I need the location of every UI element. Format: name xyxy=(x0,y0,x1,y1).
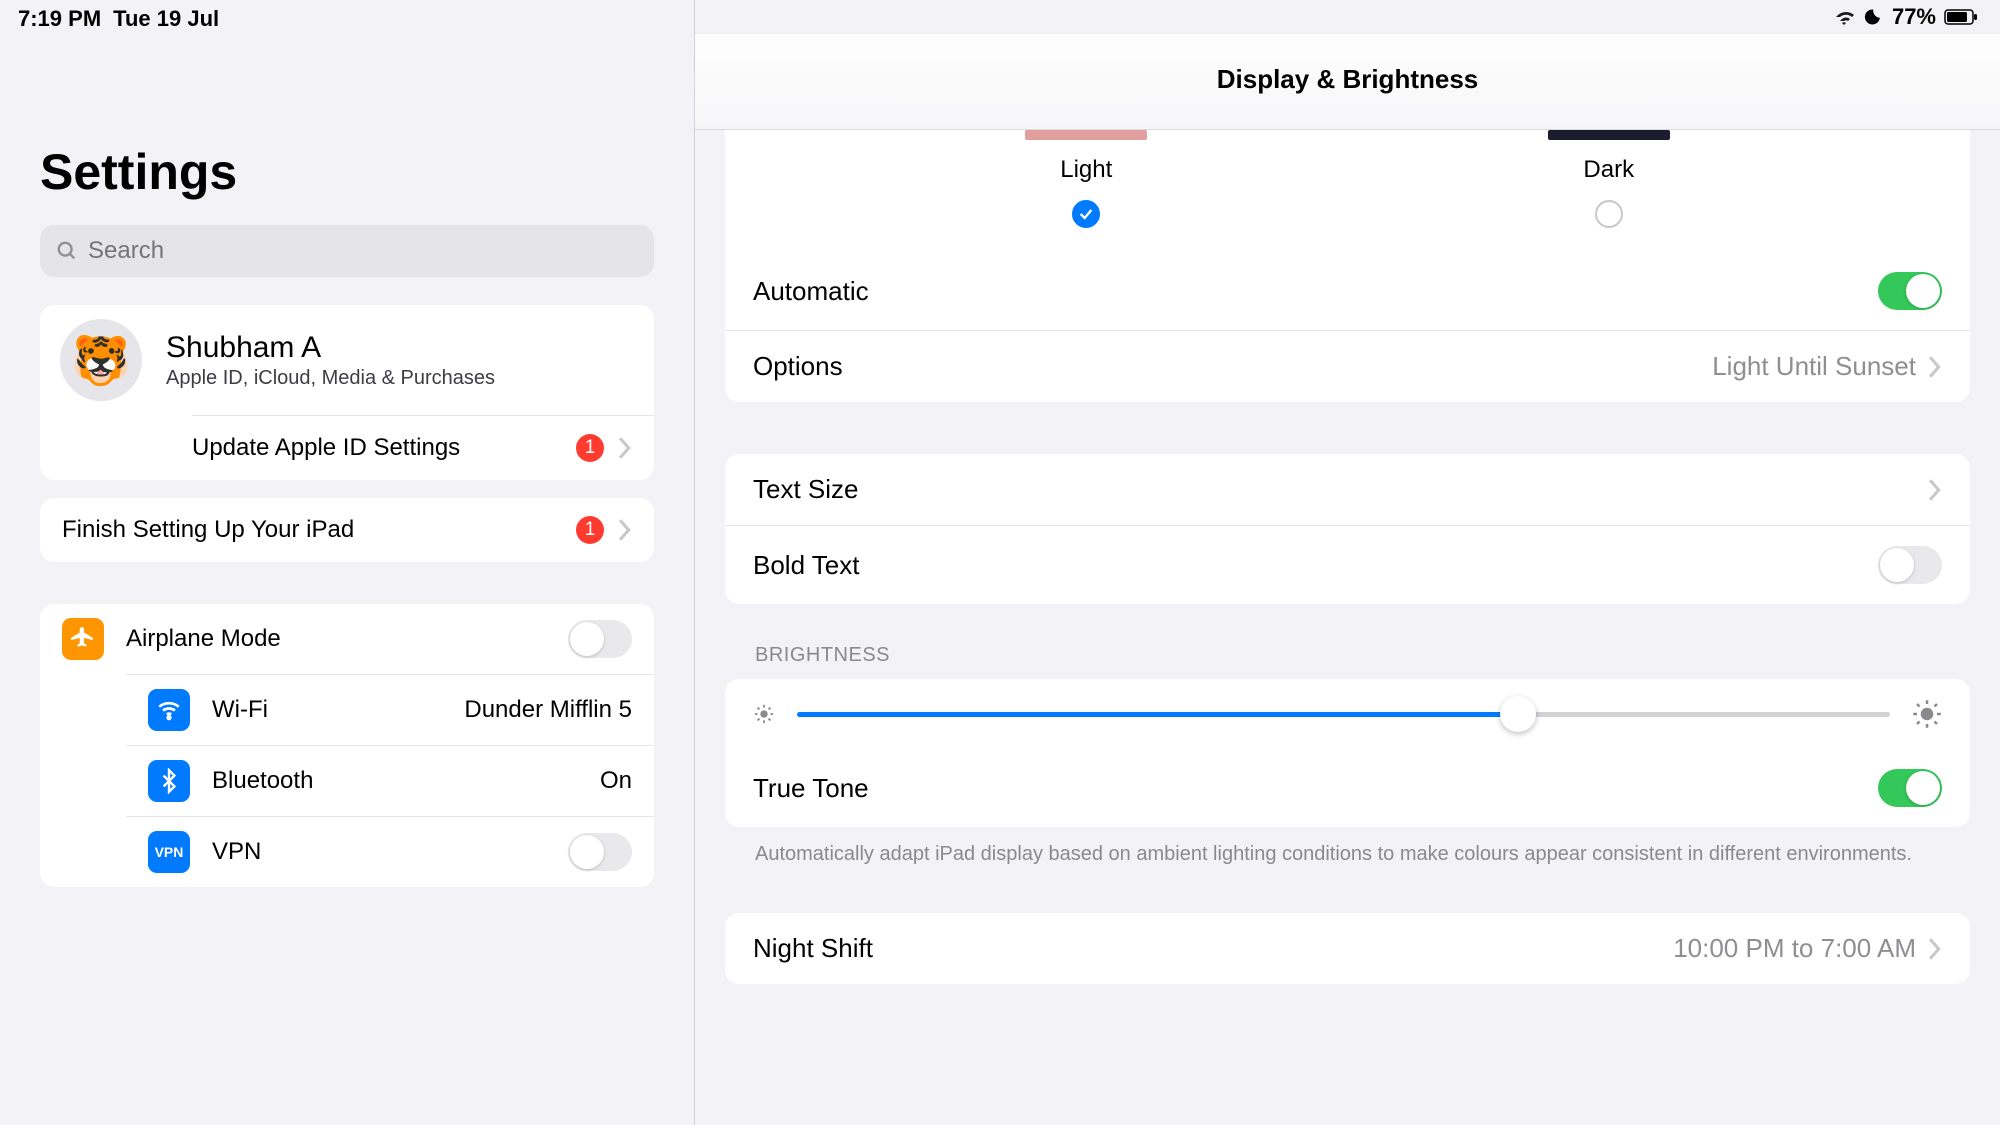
chevron-right-icon xyxy=(1928,479,1942,501)
chevron-right-icon xyxy=(1928,938,1942,960)
settings-sidebar: 7:19 PM Tue 19 Jul Settings 🐯 Shubham A … xyxy=(0,0,695,1125)
finish-setup-label: Finish Setting Up Your iPad xyxy=(62,516,576,544)
true-tone-label: True Tone xyxy=(753,773,1878,804)
bluetooth-value: On xyxy=(600,767,632,795)
chevron-right-icon xyxy=(1928,356,1942,378)
vpn-label: VPN xyxy=(212,838,568,866)
airplane-icon xyxy=(62,618,104,660)
status-bar-right: 77% xyxy=(695,0,2000,34)
airplane-label: Airplane Mode xyxy=(126,625,568,653)
search-icon xyxy=(56,240,78,262)
text-size-row[interactable]: Text Size xyxy=(725,454,1970,525)
wifi-icon xyxy=(148,689,190,731)
search-input[interactable] xyxy=(88,237,638,265)
dark-preview-thumb xyxy=(1548,130,1670,140)
bluetooth-icon xyxy=(148,760,190,802)
night-shift-value: 10:00 PM to 7:00 AM xyxy=(1673,933,1916,964)
profile-card: 🐯 Shubham A Apple ID, iCloud, Media & Pu… xyxy=(40,305,654,480)
true-tone-toggle[interactable] xyxy=(1878,769,1942,807)
battery-percent: 77% xyxy=(1892,4,1936,30)
light-radio[interactable] xyxy=(1072,200,1100,228)
options-row[interactable]: Options Light Until Sunset xyxy=(725,330,1970,402)
airplane-mode-row[interactable]: Airplane Mode xyxy=(40,604,654,674)
brightness-slider-row xyxy=(725,679,1970,749)
automatic-toggle[interactable] xyxy=(1878,272,1942,310)
status-date: Tue 19 Jul xyxy=(113,6,219,32)
brightness-slider[interactable] xyxy=(797,712,1890,717)
brightness-header: BRIGHTNESS xyxy=(725,604,1970,679)
bluetooth-row[interactable]: Bluetooth On xyxy=(126,745,654,816)
text-card: Text Size Bold Text xyxy=(725,454,1970,604)
main-panel: 77% Display & Brightness Light Dark xyxy=(695,0,2000,1125)
automatic-row[interactable]: Automatic xyxy=(725,252,1970,330)
finish-setup-row[interactable]: Finish Setting Up Your iPad 1 xyxy=(40,498,654,562)
profile-name: Shubham A xyxy=(166,331,495,365)
appearance-card: Light Dark Automatic Options Light Until… xyxy=(725,130,1970,402)
appearance-dark[interactable]: Dark xyxy=(1548,130,1670,228)
wifi-status-icon xyxy=(1832,8,1856,26)
profile-row[interactable]: 🐯 Shubham A Apple ID, iCloud, Media & Pu… xyxy=(40,305,654,415)
wifi-row[interactable]: Wi-Fi Dunder Mifflin 5 xyxy=(126,674,654,745)
brightness-card: True Tone xyxy=(725,679,1970,827)
true-tone-footnote: Automatically adapt iPad display based o… xyxy=(725,827,1970,869)
airplane-toggle[interactable] xyxy=(568,620,632,658)
brightness-slider-knob[interactable] xyxy=(1500,696,1536,732)
night-shift-row[interactable]: Night Shift 10:00 PM to 7:00 AM xyxy=(725,913,1970,984)
chevron-right-icon xyxy=(618,437,632,459)
vpn-toggle[interactable] xyxy=(568,833,632,871)
update-apple-id-row[interactable]: Update Apple ID Settings 1 xyxy=(192,415,654,480)
dark-label: Dark xyxy=(1583,156,1634,184)
dark-radio[interactable] xyxy=(1595,200,1623,228)
light-preview-thumb xyxy=(1025,130,1147,140)
options-value: Light Until Sunset xyxy=(1712,351,1916,382)
finish-setup-badge: 1 xyxy=(576,516,604,544)
text-size-label: Text Size xyxy=(753,474,1928,505)
night-shift-label: Night Shift xyxy=(753,933,1673,964)
connectivity-card: Airplane Mode Wi-Fi Dunder Mifflin 5 Blu… xyxy=(40,604,654,887)
bluetooth-label: Bluetooth xyxy=(212,767,600,795)
status-bar: 7:19 PM Tue 19 Jul xyxy=(0,0,694,38)
status-time: 7:19 PM xyxy=(18,6,101,32)
automatic-label: Automatic xyxy=(753,276,1878,307)
do-not-disturb-icon xyxy=(1864,7,1884,27)
bold-text-toggle[interactable] xyxy=(1878,546,1942,584)
battery-icon xyxy=(1944,9,1978,25)
settings-title: Settings xyxy=(0,38,694,225)
bold-text-row[interactable]: Bold Text xyxy=(725,525,1970,604)
update-apple-id-badge: 1 xyxy=(576,434,604,462)
sun-small-icon xyxy=(753,703,775,725)
avatar: 🐯 xyxy=(60,319,142,401)
bold-text-label: Bold Text xyxy=(753,550,1878,581)
vpn-icon: VPN xyxy=(148,831,190,873)
true-tone-row[interactable]: True Tone xyxy=(725,749,1970,827)
finish-setup-card: Finish Setting Up Your iPad 1 xyxy=(40,498,654,562)
wifi-label: Wi-Fi xyxy=(212,696,464,724)
chevron-right-icon xyxy=(618,519,632,541)
vpn-row[interactable]: VPN VPN xyxy=(126,816,654,887)
search-box[interactable] xyxy=(40,225,654,277)
profile-subtitle: Apple ID, iCloud, Media & Purchases xyxy=(166,367,495,390)
page-title: Display & Brightness xyxy=(695,34,2000,130)
sun-large-icon xyxy=(1912,699,1942,729)
light-label: Light xyxy=(1060,156,1112,184)
wifi-value: Dunder Mifflin 5 xyxy=(464,696,632,724)
update-apple-id-label: Update Apple ID Settings xyxy=(192,434,576,462)
night-shift-card: Night Shift 10:00 PM to 7:00 AM xyxy=(725,913,1970,984)
appearance-light[interactable]: Light xyxy=(1025,130,1147,228)
options-label: Options xyxy=(753,351,1712,382)
